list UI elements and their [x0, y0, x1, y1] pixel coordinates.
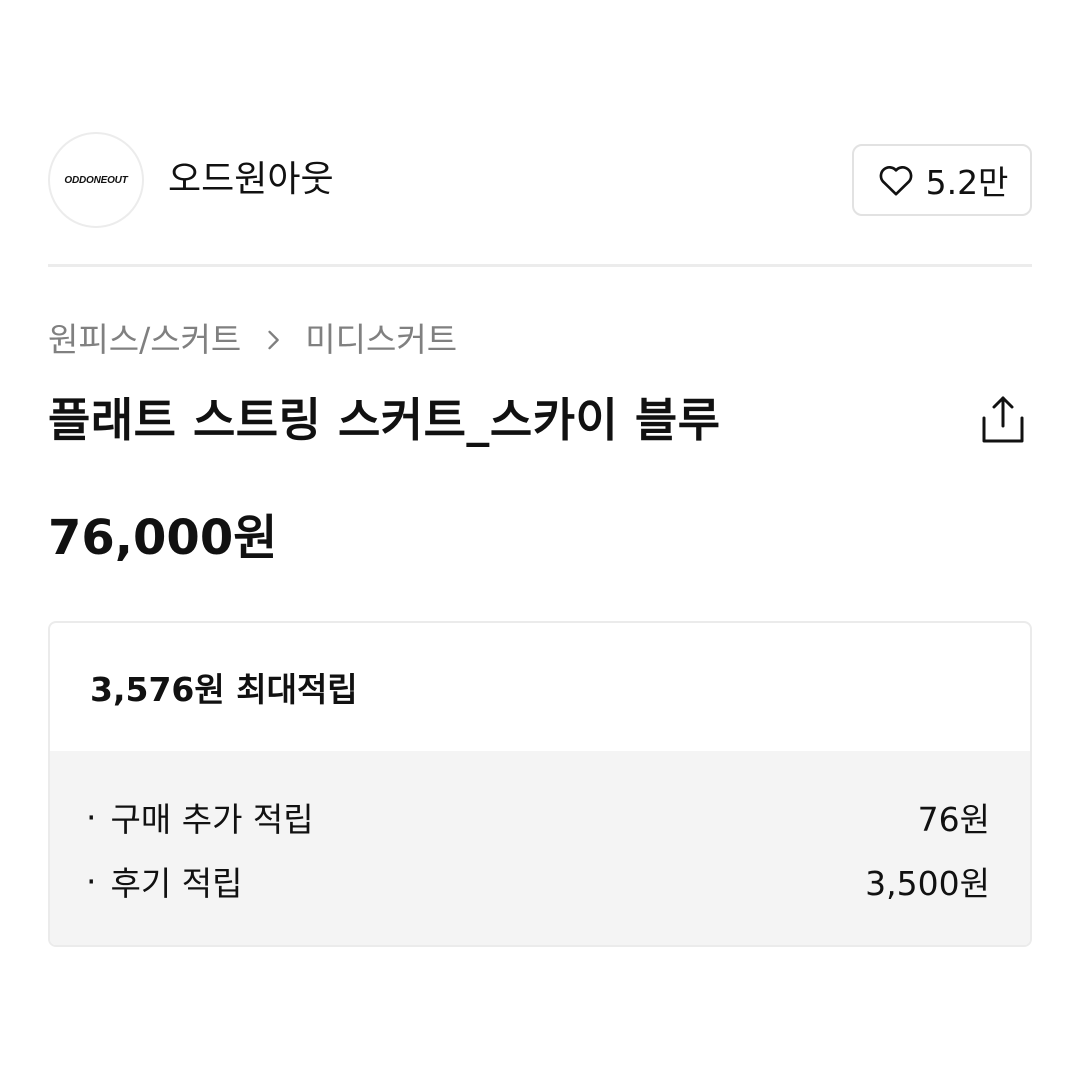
brand-logo-text: ODDONEOUT [64, 174, 128, 186]
share-button[interactable] [978, 394, 1028, 446]
points-summary: 3,576원 최대적립 [90, 670, 358, 709]
like-count: 5.2만 [925, 163, 1009, 202]
points-row-purchase: · 구매 추가 적립 76원 [86, 785, 990, 849]
product-title: 플래트 스트링 스커트_스카이 블루 [48, 393, 721, 447]
bullet: · [86, 861, 97, 901]
points-row-label: 후기 적립 [110, 864, 243, 903]
like-button[interactable]: 5.2만 [852, 144, 1032, 216]
breadcrumb-subcategory[interactable]: 미디스커트 [305, 318, 457, 362]
share-upload-icon [982, 396, 1024, 443]
chevron-right-icon [268, 330, 280, 350]
divider [48, 264, 1032, 267]
points-row-label: 구매 추가 적립 [110, 800, 314, 839]
points-box: 3,576원 최대적립 · 구매 추가 적립 76원 · 후기 적립 3,500… [48, 621, 1032, 947]
bullet: · [86, 797, 97, 837]
breadcrumb: 원피스/스커트 미디스커트 [48, 318, 457, 362]
points-detail: · 구매 추가 적립 76원 · 후기 적립 3,500원 [50, 751, 1030, 945]
product-price: 76,000원 [48, 510, 278, 566]
heart-outline-icon [879, 166, 912, 196]
brand-name[interactable]: 오드원아웃 [168, 156, 334, 204]
breadcrumb-category[interactable]: 원피스/스커트 [48, 318, 241, 362]
points-row-value: 76원 [917, 800, 990, 839]
points-row-review: · 후기 적립 3,500원 [86, 849, 990, 913]
brand-logo[interactable]: ODDONEOUT [48, 132, 144, 228]
points-row-value: 3,500원 [865, 864, 990, 903]
